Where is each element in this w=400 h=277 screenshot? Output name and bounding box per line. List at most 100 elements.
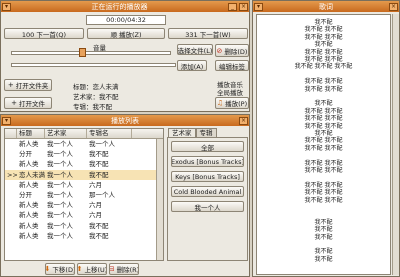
col-indicator[interactable] [5, 129, 17, 138]
edit-tag-button[interactable]: 编辑标签 [215, 60, 249, 71]
col-artist[interactable]: 艺术家 [45, 129, 87, 138]
table-cell [5, 210, 17, 220]
player-titlebar[interactable]: ▾ 正在运行的播放器 _ × [1, 1, 249, 12]
table-cell: 我一个人 [89, 140, 115, 148]
play-mode-button[interactable]: 顺 播放(Z) [87, 28, 165, 39]
playlist-rows: 新人类我一个人我一个人分开我一个人我不配新人类我一个人我不配>>>恋人未满我一个… [5, 139, 163, 241]
table-cell: 新人类 [19, 160, 39, 169]
playlist-table[interactable]: 标题 艺术家 专辑名 新人类 我一个人 我一个人 分开 我一个人 我不配 新人类 我一个人 我不… [4, 128, 164, 261]
table-cell [5, 159, 17, 169]
lyric-line: 我不配 我不配 [304, 56, 343, 63]
playlist-titlebar[interactable]: ▾ 播放列表 × [1, 115, 249, 126]
lyric-line: 我不配 我不配 [304, 48, 343, 56]
table-row[interactable]: 新人类 我一个人 六月 [5, 180, 163, 190]
lyric-line: 我不配 我不配 [304, 78, 343, 86]
lyric-line: 我不配 我不配 [304, 85, 343, 93]
lyric-line: 我不配 [314, 130, 333, 137]
table-cell: 分开 [19, 150, 32, 159]
add-button[interactable]: 添加(A) [177, 60, 207, 71]
table-row[interactable]: >>>恋人未满我一个人 我不配 [5, 169, 163, 180]
close-icon[interactable]: × [239, 116, 248, 125]
table-cell: 新人类 [19, 221, 39, 230]
filter-keys[interactable]: Keys [Bonus Tracks] [171, 171, 244, 182]
menu-icon[interactable]: ▾ [2, 116, 11, 125]
no-entry-icon: ⊘ [216, 46, 223, 55]
table-cell: 我一个人 [47, 211, 73, 220]
col-title[interactable]: 标题 [17, 129, 45, 138]
table-cell [5, 149, 17, 159]
lyric-line: 我不配 我不配 [304, 181, 343, 189]
table-cell [5, 221, 17, 231]
playlist-window: ▾ 播放列表 × 标题 艺术家 专辑名 新人类 我一个人 我一个人 分开 我一个人 我不配… [0, 114, 250, 277]
filter-cold-blooded[interactable]: Cold Blooded Animal [171, 186, 244, 197]
table-cell: 我一个人 [47, 190, 73, 199]
filter-all[interactable]: 全部 [171, 141, 244, 152]
remove-label: 删除(R) [116, 266, 139, 274]
delete-button[interactable]: ⊘ 删除(D) [215, 44, 249, 57]
menu-icon[interactable]: ▾ [254, 2, 263, 11]
table-cell: 六月 [89, 201, 102, 210]
lyric-line: 我不配 我不配 我不配 [294, 63, 353, 71]
lyric-line: 我不配 我不配 [304, 115, 343, 123]
tab-artist[interactable]: 艺术家 [168, 128, 196, 137]
open-folder-button[interactable]: + 打开文件夹 [4, 79, 52, 91]
table-cell: 那一个人 [89, 190, 115, 199]
filter-artist[interactable]: 我一个人 [171, 201, 244, 212]
lyric-line: 我不配 [314, 233, 333, 241]
select-file-button[interactable]: 选择文件(L) [177, 44, 213, 55]
seek-slider[interactable] [11, 63, 176, 67]
close-icon[interactable]: × [239, 2, 248, 11]
info-title: 标题：恋人未满 [73, 83, 119, 91]
move-down-button[interactable]: ⬇ 下移(D) [45, 263, 75, 275]
table-cell: 新人类 [19, 231, 39, 240]
volume-slider-handle[interactable] [79, 48, 86, 57]
table-row[interactable]: 新人类 我一个人 六月 [5, 210, 163, 220]
table-cell: 我不配 [89, 150, 109, 159]
table-row[interactable]: 新人类 我一个人 我不配 [5, 221, 163, 231]
table-row[interactable]: 新人类 我一个人 我不配 [5, 231, 163, 241]
table-cell: 新人类 [19, 211, 39, 220]
remove-button[interactable]: ⊟ 删除(R) [109, 263, 139, 275]
select-file-label: 选择文件(L) [177, 46, 213, 55]
table-cell [5, 231, 17, 241]
lyric-line: 我不配 [314, 248, 333, 256]
lyric-line: 我不配 我不配 [304, 122, 343, 130]
table-cell: 分开 [19, 190, 32, 199]
table-row[interactable]: 分开 我一个人 那一个人 [5, 190, 163, 200]
menu-icon[interactable]: ▾ [2, 2, 11, 11]
close-icon[interactable]: × [389, 2, 398, 11]
minimize-icon[interactable]: _ [228, 2, 237, 11]
volume-slider[interactable] [11, 51, 171, 55]
playlist-scrollbar[interactable] [156, 139, 163, 260]
lyrics-titlebar[interactable]: ▾ 歌词 × [253, 1, 399, 12]
table-cell: 我一个人 [47, 221, 73, 230]
filter-panel: 全部 Exodus [Bonus Tracks] Keys [Bonus Tra… [167, 137, 248, 261]
prev-button[interactable]: 100 下一首(Q) [4, 28, 84, 39]
table-cell: 我一个人 [47, 160, 73, 169]
table-row[interactable]: 新人类 我一个人 六月 [5, 200, 163, 210]
table-cell: 新人类 [19, 201, 39, 210]
table-cell [5, 190, 17, 200]
remove-icon: ⊟ [109, 265, 115, 273]
play-button[interactable]: ♫ 播放(P) [215, 97, 249, 109]
table-cell: 我一个人 [47, 231, 73, 240]
tab-album[interactable]: 专辑 [195, 128, 217, 137]
playlist-header: 标题 艺术家 专辑名 [5, 129, 163, 139]
table-row[interactable]: 分开 我一个人 我不配 [5, 149, 163, 159]
table-row[interactable]: 新人类 我一个人 我一个人 [5, 139, 163, 149]
open-file-button[interactable]: + 打开文件 [4, 97, 52, 109]
lyric-line: 我不配 [314, 218, 333, 226]
lyrics-body: 我不配 我不配 我不配 我不配 我不配 我不配 我不配 我不配 我不配 我不配 我不配 我不… [256, 14, 391, 275]
col-album[interactable]: 专辑名 [87, 129, 132, 138]
next-button[interactable]: 331 下一首(W) [168, 28, 248, 39]
music-icon: ♫ [216, 99, 224, 107]
lyric-line: 我不配 我不配 [304, 33, 343, 41]
lyric-line: 我不配 [314, 19, 333, 26]
lyrics-scrollbar[interactable] [392, 14, 399, 275]
filter-exodus[interactable]: Exodus [Bonus Tracks] [171, 156, 244, 167]
table-cell: 我一个人 [47, 170, 73, 179]
plus-icon: + [7, 81, 14, 89]
move-up-button[interactable]: ⬆ 上移(U) [77, 263, 107, 275]
table-row[interactable]: 新人类 我一个人 我不配 [5, 159, 163, 169]
info-artist: 艺术家：我不配 [73, 93, 119, 101]
